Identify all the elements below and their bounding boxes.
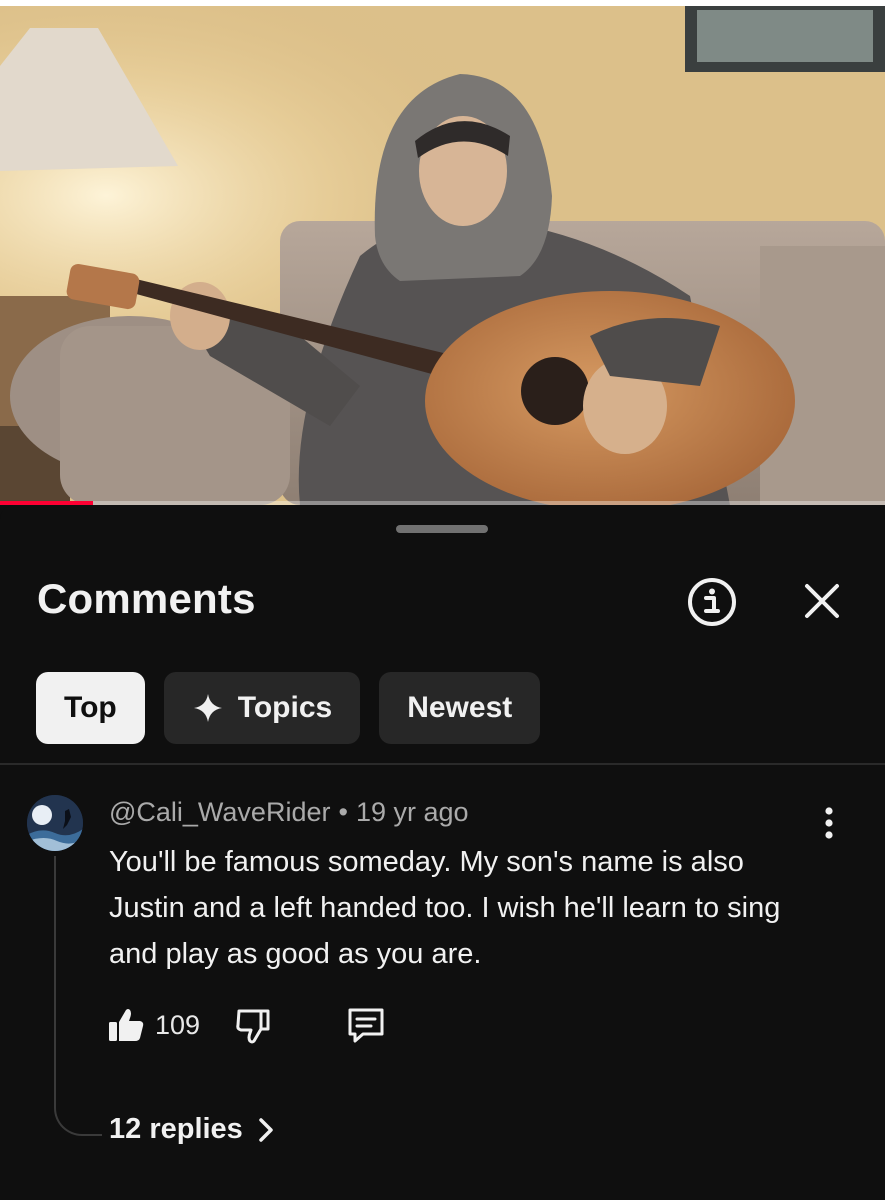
filter-chip-topics[interactable]: Topics (163, 672, 361, 744)
like-count: 109 (155, 1009, 201, 1040)
more-vertical-icon (825, 807, 833, 839)
like-button[interactable]: 109 (107, 1003, 200, 1047)
dislike-button[interactable] (233, 1005, 273, 1045)
more-options-button[interactable] (812, 803, 846, 843)
avatar-image (27, 795, 83, 851)
avatar[interactable] (27, 795, 83, 851)
filter-chip-label: Newest (407, 691, 513, 724)
info-icon (688, 578, 736, 626)
replies-label: 12 replies (109, 1113, 243, 1145)
video-frame[interactable] (0, 6, 885, 505)
filter-chips: Top Topics Newest (36, 672, 541, 744)
filter-chip-newest[interactable]: Newest (379, 672, 541, 744)
info-button[interactable] (685, 575, 739, 629)
divider (0, 763, 885, 765)
drag-handle[interactable] (396, 525, 488, 533)
comment-meta: @Cali_WaveRider • 19 yr ago (109, 797, 469, 828)
thumbs-up-icon (109, 1009, 144, 1041)
comments-title: Comments (37, 575, 256, 622)
close-button[interactable] (796, 575, 848, 627)
thumbs-down-icon (236, 1009, 270, 1044)
filter-chip-label: Topics (237, 691, 333, 724)
chevron-right-icon (259, 1117, 273, 1142)
comments-sheet: Comments Top Topics Newest @Cali_WaveRid… (0, 505, 885, 1200)
video-scene (0, 6, 885, 505)
view-replies-button[interactable]: 12 replies (109, 1113, 275, 1146)
thread-line (54, 856, 102, 1136)
close-icon (805, 584, 839, 618)
comment-text: You'll be famous someday. My son's name … (109, 846, 781, 970)
comment-timestamp: 19 yr ago (355, 797, 469, 827)
comment-actions: 109 (107, 1003, 507, 1047)
filter-chip-top[interactable]: Top (36, 672, 145, 744)
filter-chip-label: Top (64, 691, 117, 724)
comment-author[interactable]: @Cali_WaveRider (109, 797, 330, 827)
meta-separator: • (338, 797, 348, 827)
reply-comment-icon (348, 1008, 384, 1043)
sparkle-icon (193, 694, 222, 722)
reply-button[interactable] (345, 1005, 387, 1045)
video-player[interactable] (0, 0, 885, 505)
